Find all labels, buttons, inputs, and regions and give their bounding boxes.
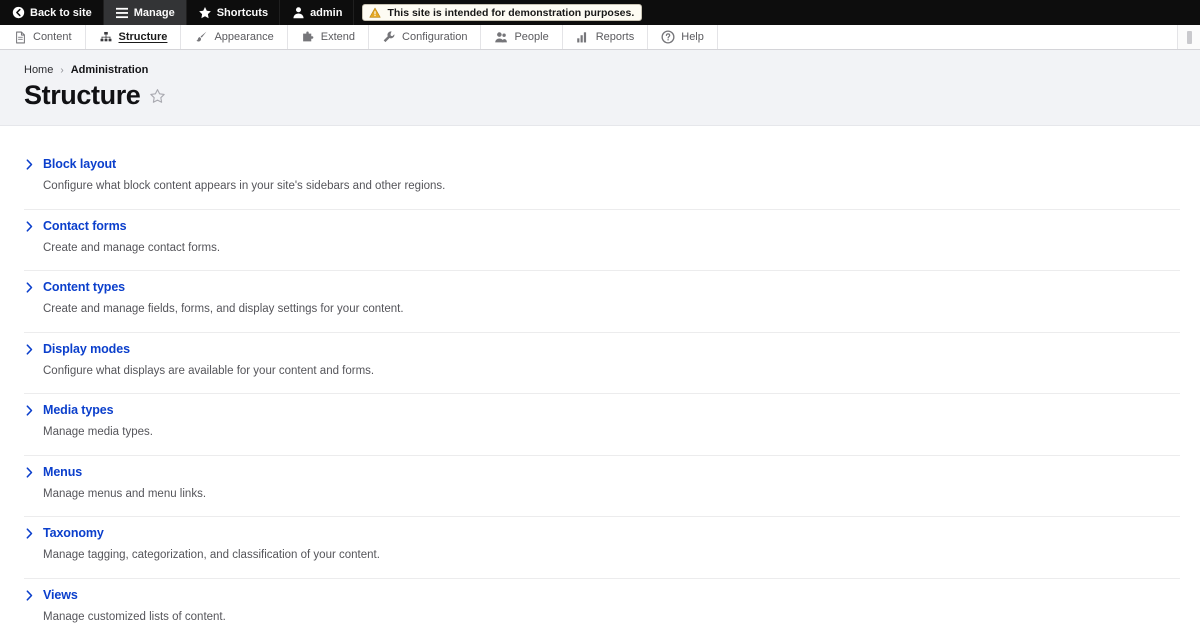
paintbrush-icon — [194, 30, 208, 44]
nav-item-extend[interactable]: Extend — [288, 25, 370, 49]
structure-link-label: Menus — [43, 464, 83, 479]
nav-item-people[interactable]: People — [481, 25, 563, 49]
nav-item-reports[interactable]: Reports — [563, 25, 649, 49]
back-arrow-circle-icon — [11, 6, 25, 20]
structure-item-description: Manage customized lists of content. — [43, 610, 226, 623]
list-item: Content types Create and manage fields, … — [24, 271, 1180, 333]
nav-item-structure[interactable]: Structure — [86, 25, 182, 49]
toolbar-item-label: Manage — [133, 6, 175, 19]
toolbar-item-label: Shortcuts — [216, 6, 269, 19]
chevron-right-icon — [24, 281, 35, 294]
structure-link-label: Block layout — [43, 157, 117, 172]
page-title: Structure — [24, 80, 141, 110]
bar-chart-icon — [576, 30, 590, 44]
main-content: Block layout Configure what block conten… — [0, 126, 1200, 639]
structure-item-description: Create and manage contact forms. — [43, 241, 221, 254]
structure-item-description: Create and manage fields, forms, and dis… — [43, 303, 404, 316]
wrench-icon — [382, 30, 396, 44]
structure-link-block-layout[interactable]: Block layout — [24, 157, 1180, 172]
nav-item-label: Reports — [595, 30, 635, 43]
structure-item-description: Manage media types. — [43, 426, 153, 439]
nav-item-label: Help — [681, 30, 704, 43]
nav-item-content[interactable]: Content — [0, 25, 86, 49]
nav-item-help[interactable]: Help — [648, 25, 718, 49]
structure-item-description: Configure what displays are available fo… — [43, 364, 375, 377]
nav-item-configuration[interactable]: Configuration — [369, 25, 482, 49]
hamburger-menu-icon — [115, 6, 129, 20]
chevron-right-icon — [24, 404, 35, 417]
structure-link-label: Taxonomy — [43, 526, 104, 541]
structure-link-menus[interactable]: Menus — [24, 465, 1180, 480]
chevron-right-icon — [24, 589, 35, 602]
breadcrumb-item-home[interactable]: Home — [24, 64, 53, 76]
list-item: Block layout Configure what block conten… — [24, 148, 1180, 210]
page-title-row: Structure — [24, 81, 1200, 109]
structure-link-taxonomy[interactable]: Taxonomy — [24, 526, 1180, 541]
people-icon — [494, 30, 508, 44]
nav-item-label: Extend — [320, 30, 356, 43]
list-item: Contact forms Create and manage contact … — [24, 210, 1180, 272]
toolbar-item-shortcuts[interactable]: Shortcuts — [187, 0, 281, 25]
structure-item-description: Manage tagging, categorization, and clas… — [43, 549, 380, 562]
admin-secondary-nav: Content Structure Appearance Extend Conf… — [0, 25, 1200, 50]
user-account-icon — [291, 6, 305, 20]
chevron-right-icon — [24, 158, 35, 171]
structure-link-label: Media types — [43, 403, 114, 418]
structure-link-label: Contact forms — [43, 218, 127, 233]
nav-item-label: Configuration — [402, 30, 468, 43]
chevron-right-icon — [24, 343, 35, 356]
structure-link-media-types[interactable]: Media types — [24, 403, 1180, 418]
list-item: Taxonomy Manage tagging, categorization,… — [24, 517, 1180, 579]
demonstration-notice-text: This site is intended for demonstration … — [387, 6, 635, 19]
star-icon — [198, 6, 212, 20]
list-item: Media types Manage media types. — [24, 394, 1180, 456]
page-header: Home › Administration Structure — [0, 50, 1200, 127]
nav-item-label: Structure — [118, 30, 168, 43]
nav-item-label: Appearance — [214, 30, 274, 43]
toolbar-item-user-admin[interactable]: admin — [280, 0, 355, 25]
toolbar-item-back-to-site[interactable]: Back to site — [0, 0, 104, 25]
warning-triangle-icon — [368, 6, 382, 20]
structure-link-display-modes[interactable]: Display modes — [24, 342, 1180, 357]
toolbar-item-manage[interactable]: Manage — [103, 0, 187, 25]
sitemap-icon — [99, 30, 113, 44]
structure-item-description: Configure what block content appears in … — [43, 180, 446, 193]
nav-spacer — [718, 25, 1178, 49]
question-mark-icon — [661, 30, 675, 44]
nav-item-appearance[interactable]: Appearance — [181, 25, 288, 49]
demonstration-notice: This site is intended for demonstration … — [362, 4, 643, 21]
puzzle-piece-icon — [301, 30, 315, 44]
structure-link-label: Content types — [43, 280, 126, 295]
structure-link-views[interactable]: Views — [24, 588, 1180, 603]
nav-item-label: People — [514, 30, 549, 43]
toolbar-item-label: admin — [310, 6, 343, 19]
structure-link-label: Display modes — [43, 341, 130, 356]
structure-link-content-types[interactable]: Content types — [24, 280, 1180, 295]
structure-link-label: Views — [43, 587, 78, 602]
structure-admin-list: Block layout Configure what block conten… — [0, 148, 1200, 639]
breadcrumb-separator-icon: › — [60, 64, 64, 76]
breadcrumb-item-administration[interactable]: Administration — [71, 64, 149, 76]
nav-item-label: Content — [33, 30, 72, 43]
breadcrumb: Home › Administration — [24, 64, 1200, 76]
orientation-toggle-icon — [1186, 30, 1192, 44]
toolbar-item-label: Back to site — [30, 6, 92, 19]
chevron-right-icon — [24, 220, 35, 233]
star-outline-icon[interactable] — [149, 88, 166, 105]
structure-item-description: Manage menus and menu links. — [43, 487, 207, 500]
chevron-right-icon — [24, 527, 35, 540]
chevron-right-icon — [24, 466, 35, 479]
list-item: Views Manage customized lists of content… — [24, 579, 1180, 639]
structure-link-contact-forms[interactable]: Contact forms — [24, 219, 1180, 234]
list-item: Display modes Configure what displays ar… — [24, 333, 1180, 395]
list-item: Menus Manage menus and menu links. — [24, 456, 1180, 518]
admin-toolbar: Back to site Manage Shortcuts admin This… — [0, 0, 1200, 25]
document-icon — [13, 30, 27, 44]
toolbar-orientation-toggle[interactable] — [1178, 25, 1200, 49]
